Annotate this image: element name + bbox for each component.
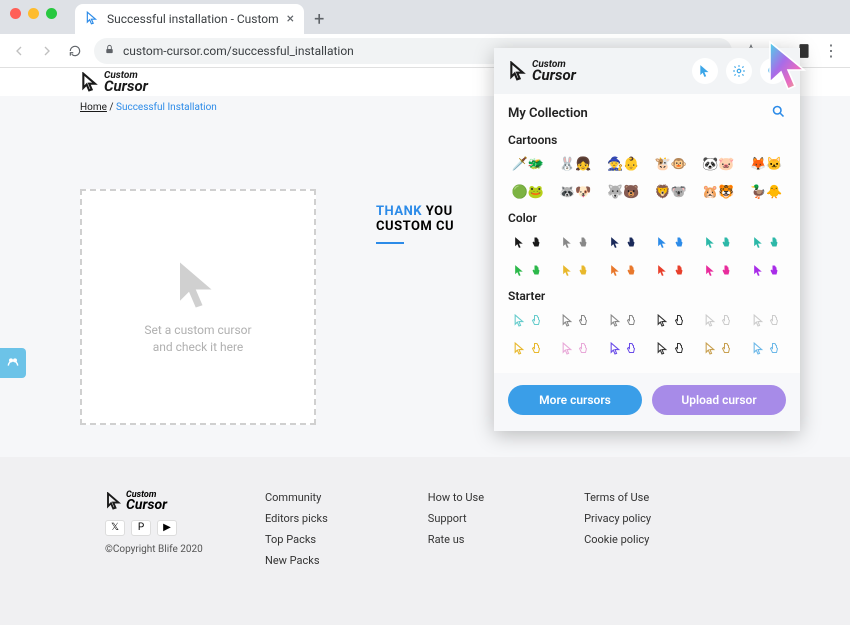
url-text: custom-cursor.com/successful_installatio… bbox=[123, 44, 354, 58]
footer-link[interactable]: How to Use bbox=[428, 491, 484, 504]
cursor-item[interactable]: 🧙👶 bbox=[603, 153, 643, 175]
lock-icon bbox=[104, 44, 115, 58]
footer-logo[interactable]: Custom Cursor bbox=[105, 491, 265, 512]
back-button[interactable] bbox=[10, 42, 28, 60]
pinterest-icon[interactable]: P bbox=[131, 520, 151, 536]
browser-tab[interactable]: Successful installation - Custom × bbox=[75, 4, 304, 34]
footer-link[interactable]: Top Packs bbox=[265, 533, 328, 546]
category-cartoons: Cartoons bbox=[508, 133, 786, 147]
footer-col-1: Community Editors picks Top Packs New Pa… bbox=[265, 491, 328, 575]
cursor-item[interactable] bbox=[603, 337, 643, 359]
cursor-item-pink[interactable] bbox=[699, 259, 739, 281]
tab-title: Successful installation - Custom bbox=[107, 12, 279, 26]
footer-link[interactable]: Terms of Use bbox=[584, 491, 651, 504]
popup-logo: Custom Cursor bbox=[508, 60, 576, 83]
cursor-item[interactable]: 🐺🐻 bbox=[603, 181, 643, 203]
collection-title: My Collection bbox=[508, 106, 588, 121]
category-color: Color bbox=[508, 211, 786, 225]
cursor-item[interactable]: 🐮🐵 bbox=[651, 153, 691, 175]
settings-button[interactable] bbox=[726, 58, 752, 84]
thank-you-block: THANK YOU CUSTOM CU bbox=[376, 189, 454, 425]
new-tab-button[interactable]: + bbox=[304, 5, 334, 34]
float-side-button[interactable] bbox=[0, 348, 26, 378]
power-button[interactable] bbox=[760, 58, 786, 84]
cursor-item[interactable] bbox=[556, 337, 596, 359]
footer-link[interactable]: New Packs bbox=[265, 554, 328, 567]
browser-menu-icon[interactable]: ⋮ bbox=[822, 42, 840, 60]
starter-grid bbox=[508, 309, 786, 359]
cursor-item-navy[interactable] bbox=[603, 231, 643, 253]
cursor-item[interactable] bbox=[746, 309, 786, 331]
tab-close-icon[interactable]: × bbox=[287, 11, 294, 27]
cursor-item[interactable]: 🦆🐥 bbox=[746, 181, 786, 203]
tab-bar: Successful installation - Custom × + bbox=[0, 0, 850, 34]
cursor-item-orange[interactable] bbox=[603, 259, 643, 281]
site-logo[interactable]: Custom Cursor bbox=[80, 71, 148, 94]
cursor-item[interactable] bbox=[508, 337, 548, 359]
cursor-item[interactable]: 🦝🐶 bbox=[556, 181, 596, 203]
cursor-item[interactable] bbox=[651, 337, 691, 359]
cursor-item[interactable]: 🐰👧 bbox=[556, 153, 596, 175]
cursor-item[interactable] bbox=[603, 309, 643, 331]
footer: Custom Cursor 𝕏 P ▶ ©Copyright Blife 202… bbox=[0, 457, 850, 625]
breadcrumb-home[interactable]: Home bbox=[80, 102, 107, 113]
color-grid bbox=[508, 231, 786, 281]
cursor-test-area[interactable]: Set a custom cursor and check it here bbox=[80, 189, 316, 425]
cursor-item[interactable] bbox=[556, 309, 596, 331]
cursor-item[interactable] bbox=[651, 309, 691, 331]
footer-link[interactable]: Cookie policy bbox=[584, 533, 651, 546]
default-cursor-button[interactable] bbox=[692, 58, 718, 84]
footer-link[interactable]: Community bbox=[265, 491, 328, 504]
extension-popup: Custom Cursor My Collection Cartoons 🗡️🐲… bbox=[494, 48, 800, 431]
logo-bottom: Cursor bbox=[104, 80, 148, 94]
close-window[interactable] bbox=[10, 8, 21, 19]
cartoons-grid: 🗡️🐲 🐰👧 🧙👶 🐮🐵 🐼🐷 🦊🐱 🟢🐸 🦝🐶 🐺🐻 🦁🐨 🐹🐯 🦆🐥 bbox=[508, 153, 786, 203]
cursor-item-yellow[interactable] bbox=[556, 259, 596, 281]
window-controls[interactable] bbox=[10, 8, 57, 19]
cursor-item-teal[interactable] bbox=[699, 231, 739, 253]
social-links: 𝕏 P ▶ bbox=[105, 520, 265, 536]
more-cursors-button[interactable]: More cursors bbox=[508, 385, 642, 415]
cursor-item[interactable] bbox=[699, 309, 739, 331]
cursor-item[interactable] bbox=[746, 337, 786, 359]
cursor-item-teal[interactable] bbox=[746, 231, 786, 253]
footer-link[interactable]: Rate us bbox=[428, 533, 484, 546]
cursor-item[interactable] bbox=[699, 337, 739, 359]
youtube-icon[interactable]: ▶ bbox=[157, 520, 177, 536]
cursor-item[interactable] bbox=[508, 309, 548, 331]
footer-link[interactable]: Editors picks bbox=[265, 512, 328, 525]
test-area-text: Set a custom cursor and check it here bbox=[144, 322, 251, 356]
cursor-item[interactable]: 🐼🐷 bbox=[699, 153, 739, 175]
footer-col-3: Terms of Use Privacy policy Cookie polic… bbox=[584, 491, 651, 575]
cursor-item-purple[interactable] bbox=[746, 259, 786, 281]
search-icon[interactable] bbox=[771, 104, 786, 123]
footer-col-2: How to Use Support Rate us bbox=[428, 491, 484, 575]
minimize-window[interactable] bbox=[28, 8, 39, 19]
twitter-icon[interactable]: 𝕏 bbox=[105, 520, 125, 536]
cursor-item-red[interactable] bbox=[651, 259, 691, 281]
cursor-item-black[interactable] bbox=[508, 231, 548, 253]
breadcrumb-current: Successful Installation bbox=[116, 102, 217, 113]
cursor-item-green[interactable] bbox=[508, 259, 548, 281]
cursor-item[interactable]: 🗡️🐲 bbox=[508, 153, 548, 175]
cursor-item[interactable]: 🦊🐱 bbox=[746, 153, 786, 175]
tab-favicon-icon bbox=[85, 11, 99, 28]
footer-link[interactable]: Privacy policy bbox=[584, 512, 651, 525]
category-starter: Starter bbox=[508, 289, 786, 303]
popup-header: Custom Cursor bbox=[494, 48, 800, 94]
copyright: ©Copyright Blife 2020 bbox=[105, 544, 265, 555]
cursor-item-blue[interactable] bbox=[651, 231, 691, 253]
footer-link[interactable]: Support bbox=[428, 512, 484, 525]
maximize-window[interactable] bbox=[46, 8, 57, 19]
upload-cursor-button[interactable]: Upload cursor bbox=[652, 385, 786, 415]
cursor-placeholder-icon bbox=[171, 258, 225, 312]
cursor-item-grey[interactable] bbox=[556, 231, 596, 253]
reload-button[interactable] bbox=[66, 42, 84, 60]
cursor-item[interactable]: 🟢🐸 bbox=[508, 181, 548, 203]
cursor-item[interactable]: 🦁🐨 bbox=[651, 181, 691, 203]
cursor-item[interactable]: 🐹🐯 bbox=[699, 181, 739, 203]
forward-button[interactable] bbox=[38, 42, 56, 60]
